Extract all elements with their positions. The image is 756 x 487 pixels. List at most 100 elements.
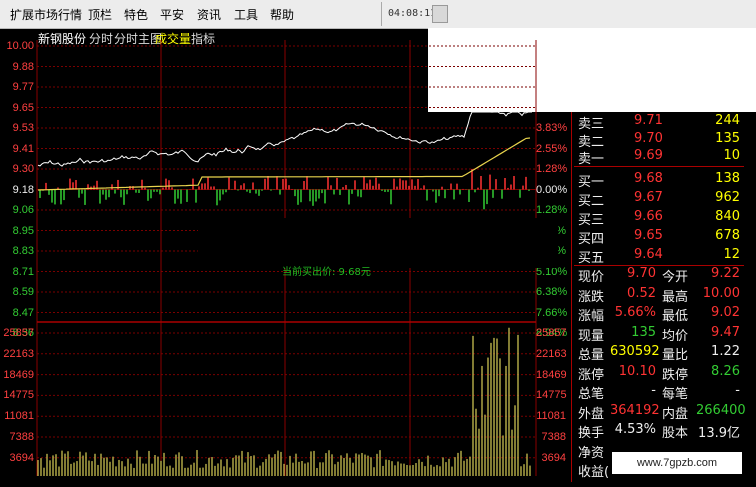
overlay-box (198, 218, 558, 268)
bids-row[interactable]: 买三 9.66 840 (578, 209, 740, 228)
order-label: 卖三 (578, 117, 605, 132)
price-tick-left: 10.00 (6, 40, 34, 52)
price-tooltip: 当前买出价: 9.68元 (282, 267, 371, 278)
stat-label: 股本 (662, 426, 689, 441)
order-volume: 135 (715, 130, 740, 146)
stat-value: 8.26 (711, 363, 740, 379)
stat-label: 今开 (662, 270, 689, 285)
price-tick-left: 9.06 (12, 204, 34, 216)
order-label: 买二 (578, 194, 605, 209)
bids-row[interactable]: 买四 9.65 678 (578, 228, 740, 247)
stat-label: 总量 (578, 348, 605, 363)
watermark: www.7gpzb.com (612, 452, 742, 474)
order-label: 卖二 (578, 134, 605, 150)
stat-value: 5.66% (614, 305, 656, 320)
price-tick-left: 8.47 (12, 306, 34, 319)
price-tick-right: 1.28% (536, 204, 568, 216)
order-volume: 12 (723, 247, 740, 262)
price-tick-right: 2.55% (536, 142, 568, 155)
stat-value: 9.47 (711, 324, 740, 340)
order-volume: 10 (723, 148, 740, 163)
price-tick-left: 8.95 (12, 224, 34, 237)
stat-value: 9.70 (627, 266, 656, 281)
price-tick-right: 7.66% (536, 306, 568, 319)
volume-tick-right: 18469 (536, 368, 567, 381)
volume-tick-left: 14775 (3, 389, 34, 402)
asks-row[interactable]: 卖三 9.71 244 (578, 113, 740, 132)
stat-value: 9.22 (711, 266, 740, 281)
stat-label: 均价 (662, 328, 689, 344)
stat-label: 现价 (578, 270, 605, 285)
order-volume: 138 (715, 171, 740, 186)
order-volume: 244 (715, 113, 740, 128)
stat-value: 13.9亿 (698, 426, 740, 441)
order-label: 买一 (578, 175, 605, 190)
order-price: 9.64 (634, 247, 663, 262)
panel-divider (571, 112, 572, 482)
order-price: 9.67 (634, 190, 663, 205)
order-price: 9.68 (634, 171, 663, 186)
price-tick-left: 8.83 (12, 245, 34, 257)
order-volume: 962 (715, 190, 740, 205)
order-label: 买四 (578, 232, 605, 247)
asks-row[interactable]: 卖二 9.70 135 (578, 130, 740, 150)
volume-tick-left: 7388 (9, 431, 34, 443)
stat-value: 135 (631, 324, 656, 340)
stat-value: 9.02 (711, 305, 740, 320)
volume-tick-right: 7388 (541, 431, 566, 443)
stat-label: 量比 (662, 348, 689, 363)
stat-label: 现量 (578, 328, 605, 344)
order-price: 9.69 (634, 148, 663, 163)
order-volume: 678 (715, 228, 740, 243)
stat-label: 换手 (578, 426, 605, 441)
order-volume: 840 (715, 209, 740, 224)
order-label: 卖一 (578, 152, 605, 167)
volume-tick-left: 3694 (9, 451, 34, 464)
volume-tick-right: 3694 (541, 451, 566, 464)
stat-label: 最低 (662, 309, 689, 324)
stat-value: 266400 (696, 402, 746, 418)
stat-value: 0.52 (627, 285, 656, 301)
bids-row[interactable]: 买五 9.64 12 (578, 247, 740, 266)
stat-value: 1.22 (711, 344, 740, 359)
stat-label: 涨跌 (578, 289, 605, 305)
volume-tick-left: 18469 (3, 368, 34, 381)
stat-value: 10.00 (702, 285, 740, 301)
stat-label: 内盘 (662, 406, 689, 422)
price-tick-right: 0.00% (536, 183, 568, 196)
average-price-line (37, 137, 531, 191)
stat-value: - (735, 383, 740, 398)
bids-row[interactable]: 买二 9.67 962 (578, 190, 740, 209)
volume-bars (37, 327, 531, 476)
price-tick-left: 9.77 (12, 81, 34, 93)
stat-label: 净资 (578, 445, 605, 461)
order-label: 买五 (578, 251, 605, 266)
price-tick-right: 1.28% (536, 163, 568, 175)
price-tick-left: 9.53 (12, 122, 34, 134)
stat-label: 涨幅 (578, 309, 605, 324)
price-tick-right: 3.83% (536, 122, 568, 134)
volume-tick-left: 25857 (3, 327, 34, 339)
asks-row[interactable]: 卖一 9.69 10 (578, 148, 740, 167)
stat-label: 外盘 (578, 406, 605, 422)
stat-value: 364192 (610, 402, 660, 418)
volume-tick-left: 22163 (3, 347, 34, 360)
stat-label: 每笔 (662, 387, 689, 402)
price-tick-left: 9.41 (12, 142, 34, 155)
stat-value: - (651, 383, 656, 398)
stat-label: 跌停 (662, 367, 689, 383)
price-tick-left: 9.18 (12, 183, 34, 196)
order-price: 9.71 (634, 113, 663, 128)
price-tick-left: 8.59 (12, 286, 34, 298)
stat-value: 630592 (610, 344, 660, 359)
volume-tick-right: 22163 (536, 347, 567, 360)
price-tick-left: 9.88 (12, 60, 34, 73)
stat-label: 涨停 (578, 367, 605, 383)
bids-row[interactable]: 买一 9.68 138 (578, 171, 740, 190)
volume-tick-right: 25857 (536, 327, 567, 339)
order-price: 9.70 (634, 130, 663, 146)
order-price: 9.65 (634, 228, 663, 243)
volume-tick-left: 11081 (4, 410, 34, 423)
stat-value: 4.53% (614, 422, 656, 437)
order-book-divider (574, 166, 744, 167)
